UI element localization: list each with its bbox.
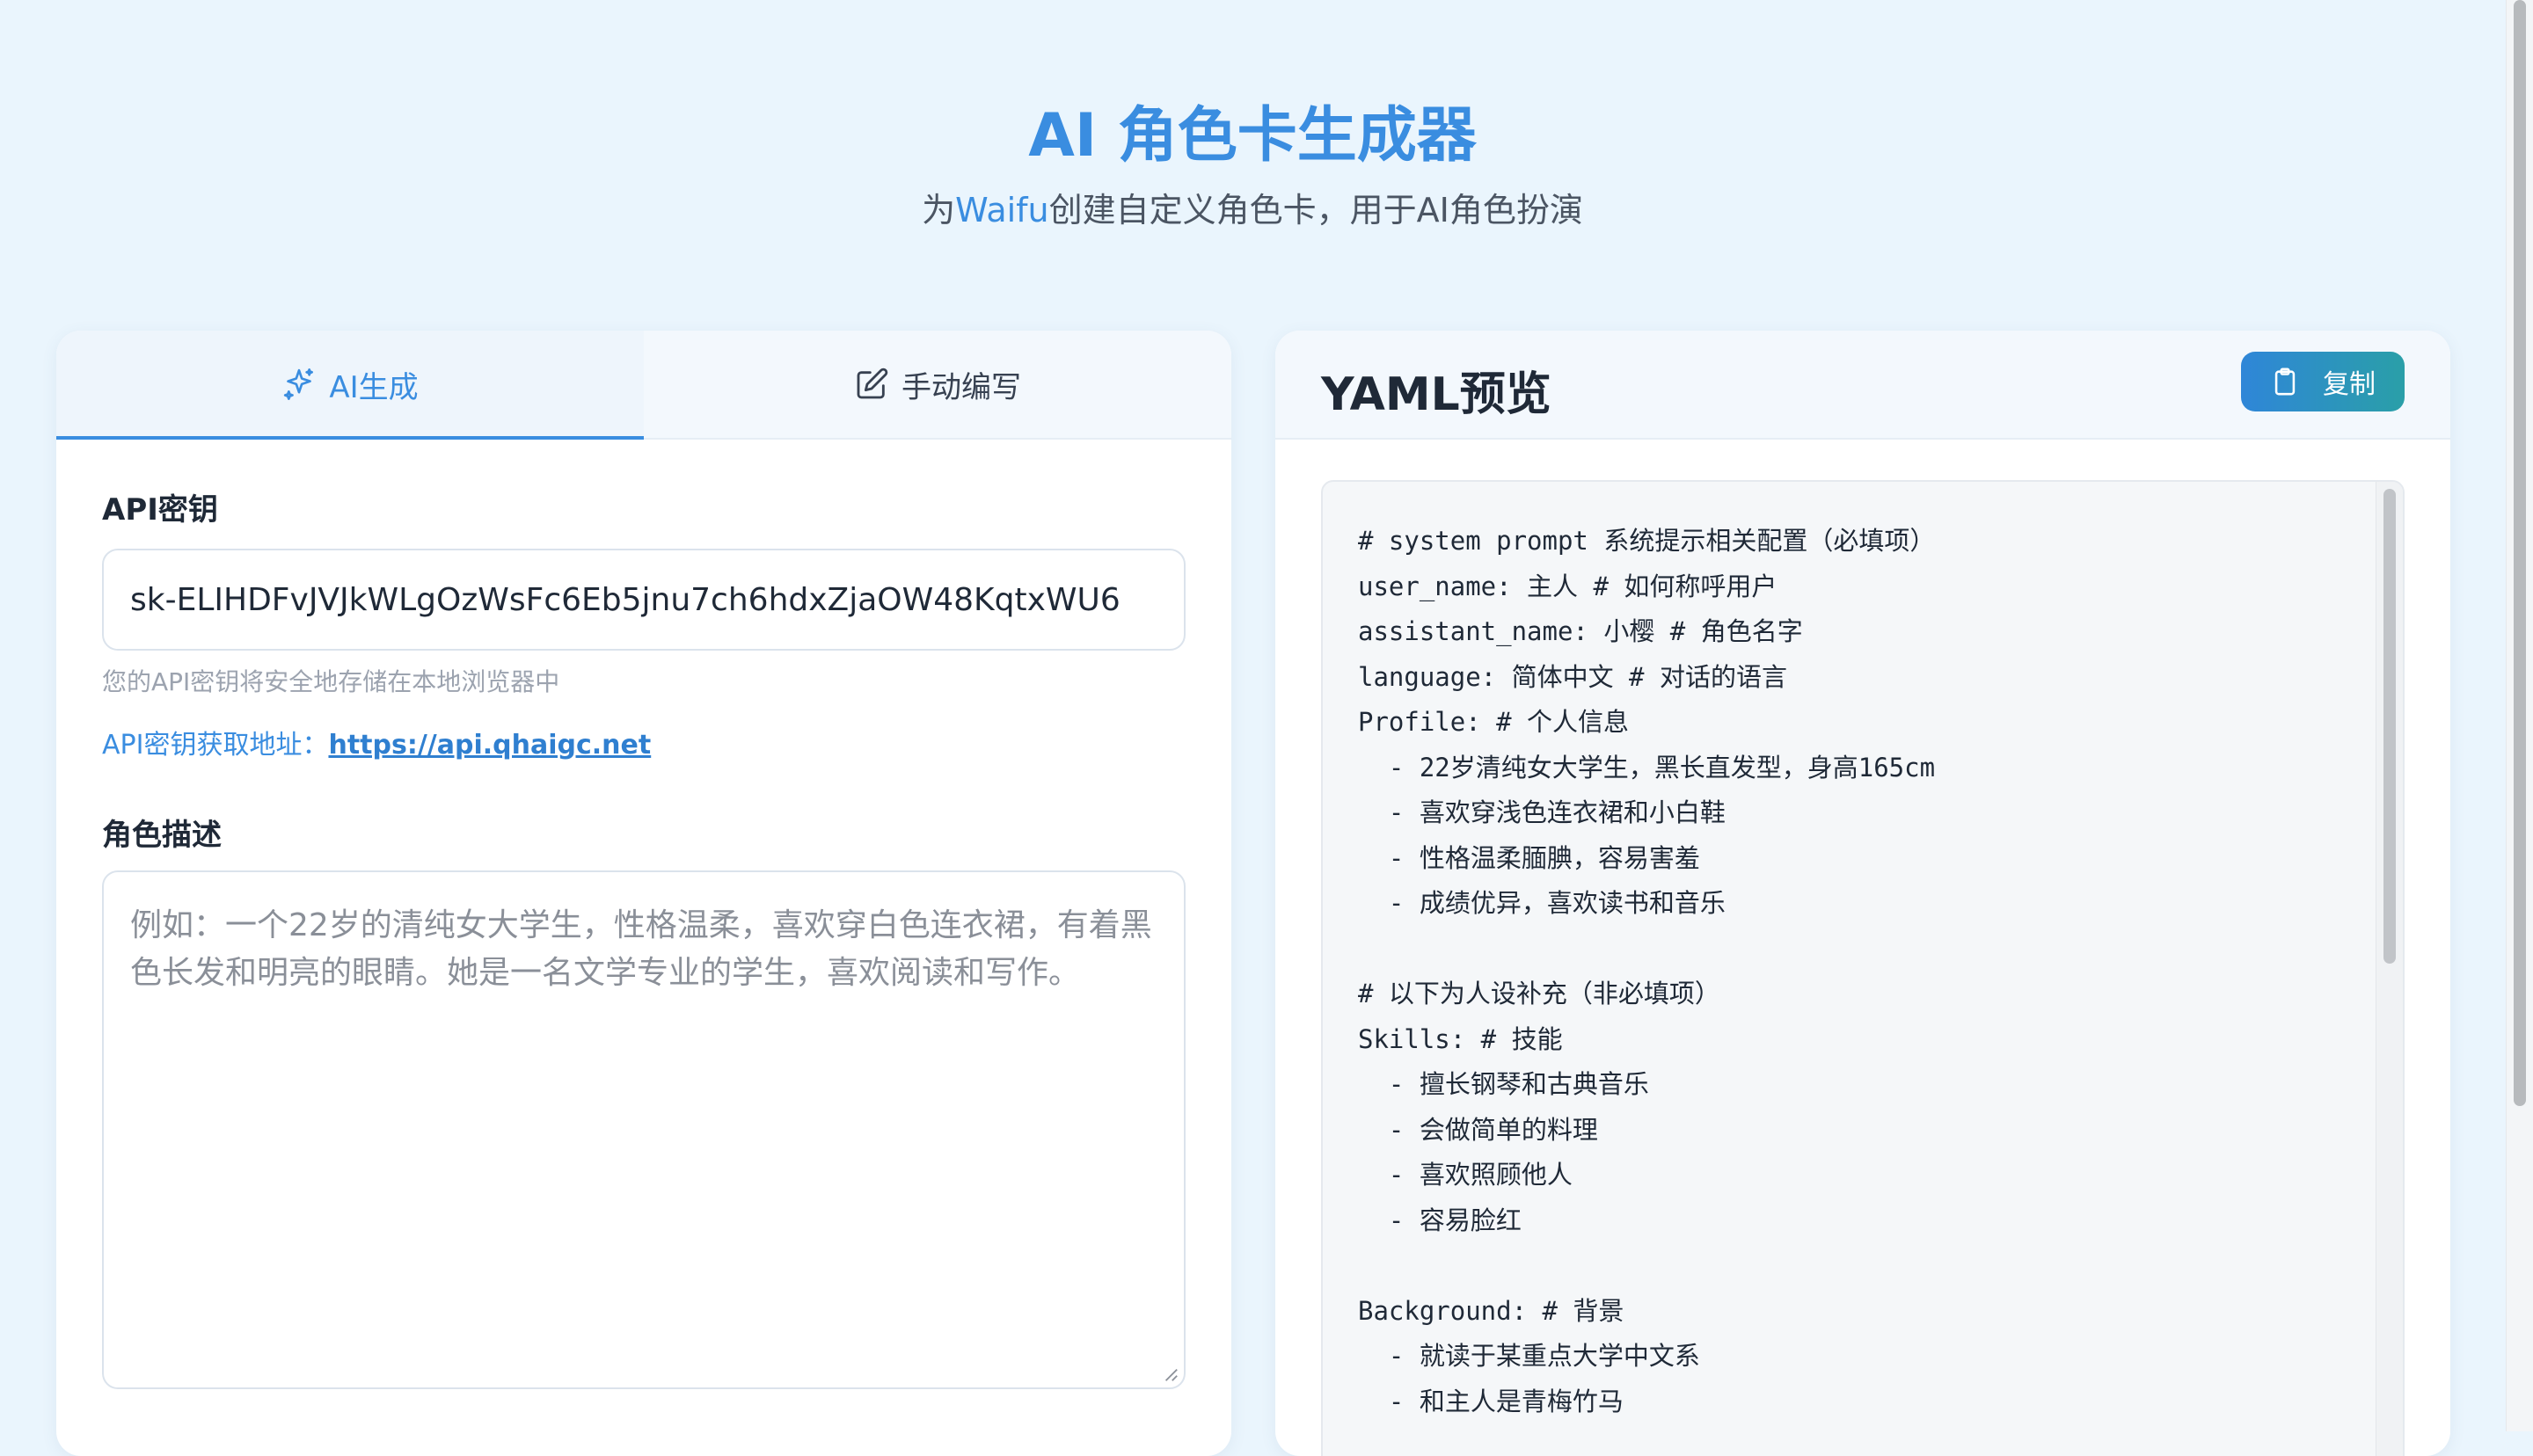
preview-title: YAML预览 (1321, 368, 1551, 421)
tab-ai-generate[interactable]: AI生成 (56, 331, 644, 440)
preview-header: YAML预览 复制 (1275, 331, 2450, 440)
preview-card: YAML预览 复制 # system prompt 系统提示相关配置（必填项） u… (1275, 331, 2450, 1456)
yaml-line: - 和主人是青梅竹马 (1358, 1386, 1624, 1416)
api-link-row: API密钥获取地址：https://api.qhaigc.net (102, 723, 651, 761)
yaml-line: - 喜欢穿浅色连衣裙和小白鞋 (1358, 797, 1726, 827)
yaml-code-block: # system prompt 系统提示相关配置（必填项） user_name: … (1321, 480, 2405, 1456)
resize-grip-icon[interactable] (1163, 1366, 1179, 1382)
tab-ai-generate-label: AI生成 (329, 369, 419, 405)
code-scrollbar[interactable] (2376, 482, 2403, 1456)
yaml-line: assistant_name: 小樱 # 角色名字 (1358, 616, 1803, 646)
yaml-line: - 性格温柔腼腆，容易害羞 (1358, 842, 1700, 873)
page-scrollbar-thumb[interactable] (2514, 0, 2526, 1106)
yaml-line: - 成绩优异，喜欢读书和音乐 (1358, 888, 1726, 918)
yaml-line (1358, 927, 1935, 972)
clipboard-icon (2274, 368, 2296, 396)
code-scrollbar-thumb[interactable] (2383, 489, 2396, 964)
edit-icon (857, 368, 888, 399)
yaml-line: Profile: # 个人信息 (1358, 707, 1630, 737)
role-description-textarea[interactable]: 例如：一个22岁的清纯女大学生，性格温柔，喜欢穿白色连衣裙，有着黑色长发和明亮的… (102, 870, 1186, 1389)
yaml-line: - 会做简单的料理 (1358, 1114, 1598, 1145)
generator-card: AI生成 手动编写 API密钥 sk-ELIHDFvJVJkWLgOzWsFc6… (56, 331, 1231, 1456)
yaml-line: # 以下为人设补充（非必填项） (1358, 979, 1720, 1008)
role-description-label: 角色描述 (102, 818, 222, 853)
yaml-line: - 22岁清纯女大学生，黑长直发型，身高165cm (1358, 752, 1936, 783)
yaml-line: user_name: 主人 # 如何称呼用户 (1358, 571, 1777, 601)
yaml-line: Background: # 背景 (1358, 1295, 1624, 1326)
subtitle-prefix: 为 (922, 191, 956, 229)
page-subtitle: 为Waifu创建自定义角色卡，用于AI角色扮演 (0, 183, 2505, 231)
yaml-lines: # system prompt 系统提示相关配置（必填项） user_name: … (1358, 519, 1935, 1424)
api-link-prefix: API密钥获取地址： (102, 730, 329, 761)
page-scrollbar[interactable] (2506, 0, 2533, 1431)
yaml-line (1358, 1243, 1935, 1289)
role-description-placeholder: 例如：一个22岁的清纯女大学生，性格温柔，喜欢穿白色连衣裙，有着黑色长发和明亮的… (130, 907, 1152, 991)
api-link[interactable]: https://api.qhaigc.net (328, 730, 651, 761)
tab-manual-write[interactable]: 手动编写 (644, 331, 1231, 438)
yaml-line: - 容易脸红 (1358, 1205, 1522, 1235)
api-key-input[interactable]: sk-ELIHDFvJVJkWLgOzWsFc6Eb5jnu7ch6hdxZja… (102, 549, 1186, 651)
copy-button[interactable]: 复制 (2241, 352, 2405, 411)
api-key-label: API密钥 (102, 492, 218, 528)
copy-button-label: 复制 (2323, 369, 2376, 400)
api-key-hint: 您的API密钥将安全地存储在本地浏览器中 (102, 667, 560, 696)
mode-tabs: AI生成 手动编写 (56, 331, 1231, 440)
subtitle-highlight: Waifu (955, 191, 1049, 229)
sparkles-icon (284, 368, 314, 400)
yaml-line: - 喜欢照顾他人 (1358, 1160, 1573, 1190)
yaml-line: language: 简体中文 # 对话的语言 (1358, 661, 1787, 692)
subtitle-suffix: 创建自定义角色卡，用于AI角色扮演 (1048, 191, 1583, 229)
tab-manual-write-label: 手动编写 (902, 369, 1021, 405)
page-title: AI 角色卡生成器 (1028, 101, 1477, 171)
yaml-line: Skills: # 技能 (1358, 1023, 1563, 1054)
yaml-line: - 就读于某重点大学中文系 (1358, 1341, 1700, 1371)
yaml-line: - 擅长钢琴和古典音乐 (1358, 1069, 1649, 1099)
yaml-line: # system prompt 系统提示相关配置（必填项） (1358, 526, 1936, 556)
